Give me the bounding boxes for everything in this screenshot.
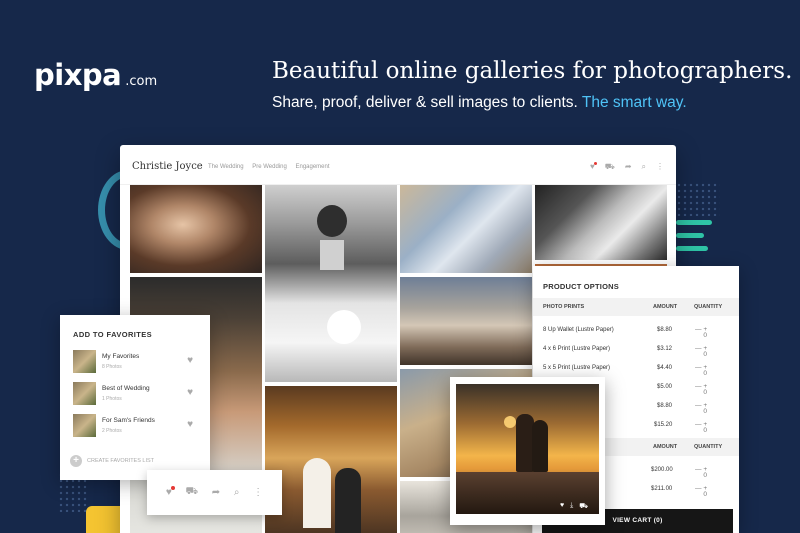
gallery-photo[interactable] bbox=[400, 277, 532, 365]
cart-icon[interactable]: ⛟ bbox=[579, 502, 588, 511]
product-amount: $3.12 bbox=[657, 346, 673, 352]
favorites-list-name: My Favorites bbox=[102, 353, 140, 360]
gallery-photo[interactable] bbox=[265, 185, 397, 382]
quantity-stepper[interactable]: — 0 + bbox=[695, 345, 707, 358]
favorites-list-item[interactable]: For Sam's Friends 2 Photos ♥ bbox=[73, 414, 201, 438]
product-amount: $8.80 bbox=[657, 403, 673, 409]
heart-icon[interactable]: ♥ bbox=[187, 387, 193, 398]
header-photo-prints: PHOTO PRINTS bbox=[543, 304, 585, 310]
product-amount: $8.80 bbox=[657, 327, 673, 333]
quantity-value[interactable]: 0 bbox=[703, 427, 707, 434]
more-icon[interactable]: ⋮ bbox=[656, 162, 664, 172]
photo-action-bar: ♥ ⛟ ➦ ⌕ ⋮ bbox=[147, 470, 282, 515]
create-favorites-list-button[interactable]: + CREATE FAVORITES LIST bbox=[70, 455, 154, 467]
cart-icon[interactable]: ⛟ bbox=[185, 486, 198, 499]
search-icon[interactable]: ⌕ bbox=[234, 487, 240, 498]
photo-card-icons: ♥ ⤓ ⛟ bbox=[560, 502, 588, 511]
gallery-photo[interactable] bbox=[400, 185, 532, 273]
gallery-photo[interactable] bbox=[265, 386, 397, 533]
product-amount: $4.40 bbox=[657, 365, 673, 371]
favorites-list-count: 2 Photos bbox=[102, 428, 122, 434]
favorites-thumbnail bbox=[73, 350, 96, 373]
subline-accent: The smart way. bbox=[581, 94, 687, 111]
product-row: 4 x 6 Print (Lustre Paper) $3.12 — 0 + bbox=[533, 340, 739, 359]
favorites-thumbnail bbox=[73, 382, 96, 405]
favorites-list-name: For Sam's Friends bbox=[102, 417, 155, 424]
selected-photo-card[interactable]: ♥ ⤓ ⛟ bbox=[450, 377, 605, 525]
cart-icon[interactable]: ⛟ bbox=[605, 162, 615, 172]
header-amount: AMOUNT bbox=[653, 304, 678, 310]
product-name: 8 Up Wallet (Lustre Paper) bbox=[543, 327, 614, 333]
brand-name: pixpa bbox=[34, 58, 122, 92]
create-favorites-label: CREATE FAVORITES LIST bbox=[87, 458, 155, 464]
quantity-stepper[interactable]: — 0 + bbox=[695, 485, 707, 498]
quantity-stepper[interactable]: — 0 + bbox=[695, 421, 707, 434]
more-icon[interactable]: ⋮ bbox=[253, 487, 263, 498]
quantity-stepper[interactable]: — 0 + bbox=[695, 466, 707, 479]
gallery-photo[interactable] bbox=[535, 185, 667, 260]
heart-icon[interactable]: ♥ bbox=[560, 502, 564, 511]
favorites-list-count: 8 Photos bbox=[102, 364, 122, 370]
favorites-list-count: 1 Photos bbox=[102, 396, 122, 402]
share-icon[interactable]: ➦ bbox=[212, 487, 220, 498]
quantity-value[interactable]: 0 bbox=[703, 408, 707, 415]
header-quantity: QUANTITY bbox=[694, 304, 723, 310]
product-table-header: PHOTO PRINTS AMOUNT QUANTITY bbox=[533, 298, 739, 316]
headline: Beautiful online galleries for photograp… bbox=[272, 58, 793, 84]
heart-icon[interactable]: ♥ bbox=[590, 162, 597, 172]
favorites-thumbnail bbox=[73, 414, 96, 437]
subline-text: Share, proof, deliver & sell images to c… bbox=[272, 94, 578, 111]
favorites-title: ADD TO FAVORITES bbox=[73, 330, 153, 339]
nav-the-wedding[interactable]: The Wedding bbox=[208, 164, 244, 170]
gallery-nav: The Wedding Pre Wedding Engagement bbox=[208, 164, 337, 170]
quantity-value[interactable]: 0 bbox=[703, 389, 707, 396]
decorative-lines bbox=[676, 220, 716, 259]
heart-icon[interactable]: ♥ bbox=[166, 486, 175, 498]
quantity-stepper[interactable]: — 0 + bbox=[695, 402, 707, 415]
product-name: 5 x 5 Print (Lustre Paper) bbox=[543, 365, 611, 371]
heart-icon[interactable]: ♥ bbox=[187, 419, 193, 430]
product-name: 4 x 6 Print (Lustre Paper) bbox=[543, 346, 611, 352]
favorites-list-item[interactable]: My Favorites 8 Photos ♥ bbox=[73, 350, 201, 374]
favorites-list-item[interactable]: Best of Wedding 1 Photos ♥ bbox=[73, 382, 201, 406]
quantity-value[interactable]: 0 bbox=[703, 370, 707, 377]
brand-domain: .com bbox=[125, 74, 158, 89]
subline: Share, proof, deliver & sell images to c… bbox=[272, 94, 687, 112]
product-amount: $5.00 bbox=[657, 384, 673, 390]
search-icon[interactable]: ⌕ bbox=[642, 162, 646, 172]
nav-pre-wedding[interactable]: Pre Wedding bbox=[252, 164, 287, 170]
plus-icon: + bbox=[70, 455, 82, 467]
quantity-value[interactable]: 0 bbox=[703, 351, 707, 358]
product-row: 5 x 5 Print (Lustre Paper) $4.40 — 0 + bbox=[533, 359, 739, 378]
gallery-photo[interactable] bbox=[130, 185, 262, 273]
download-icon[interactable]: ⤓ bbox=[570, 502, 573, 511]
header-quantity: QUANTITY bbox=[694, 444, 723, 450]
product-options-title: PRODUCT OPTIONS bbox=[543, 282, 619, 291]
quantity-value[interactable]: 0 bbox=[703, 332, 707, 339]
add-to-favorites-panel: ADD TO FAVORITES My Favorites 8 Photos ♥… bbox=[60, 315, 210, 480]
product-amount: $200.00 bbox=[651, 467, 673, 473]
nav-engagement[interactable]: Engagement bbox=[296, 164, 330, 170]
quantity-stepper[interactable]: — 0 + bbox=[695, 364, 707, 377]
product-amount: $15.20 bbox=[654, 422, 673, 428]
product-amount: $211.00 bbox=[651, 486, 673, 492]
pixpa-logo: pixpa .com bbox=[34, 58, 157, 92]
decorative-dots bbox=[676, 182, 720, 216]
gallery-header: Christie Joyce The Wedding Pre Wedding E… bbox=[120, 145, 676, 185]
heart-icon[interactable]: ♥ bbox=[187, 355, 193, 366]
share-icon[interactable]: ➦ bbox=[625, 162, 632, 172]
quantity-value[interactable]: 0 bbox=[703, 472, 707, 479]
quantity-stepper[interactable]: — 0 + bbox=[695, 326, 707, 339]
gallery-title[interactable]: Christie Joyce bbox=[132, 161, 203, 172]
quantity-value[interactable]: 0 bbox=[703, 491, 707, 498]
favorites-list-name: Best of Wedding bbox=[102, 385, 150, 392]
gallery-icons: ♥ ⛟ ➦ ⌕ ⋮ bbox=[590, 162, 664, 172]
product-row: 8 Up Wallet (Lustre Paper) $8.80 — 0 + bbox=[533, 321, 739, 340]
quantity-stepper[interactable]: — 0 + bbox=[695, 383, 707, 396]
header-amount: AMOUNT bbox=[653, 444, 678, 450]
sunset-photo[interactable] bbox=[456, 384, 599, 514]
